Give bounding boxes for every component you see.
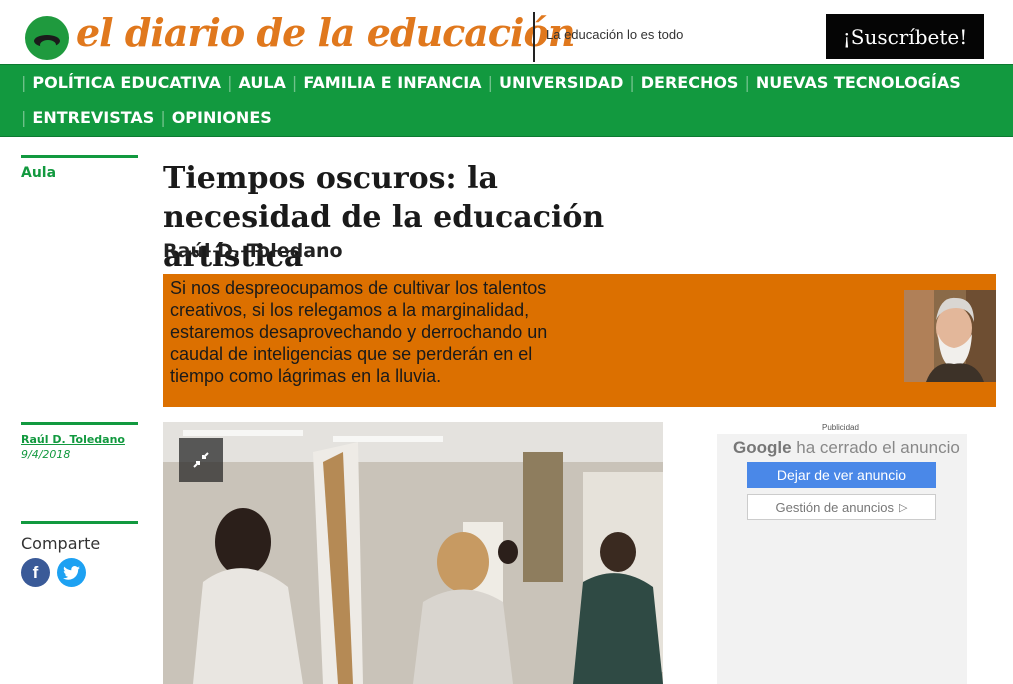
nav-item-nuevas-tecnologias[interactable]: NUEVAS TECNOLOGÍAS [744,65,966,100]
site-header: el diario de la educación La educación l… [0,0,1013,64]
ad-settings-button[interactable]: Gestión de anuncios ▷ [747,494,936,520]
stop-ad-button[interactable]: Dejar de ver anuncio [747,462,936,488]
adchoices-icon: ▷ [899,501,908,514]
twitter-icon[interactable] [57,558,86,587]
author-link[interactable]: Raúl D. Toledano [21,433,125,446]
header-divider [533,12,535,62]
site-logo[interactable]: el diario de la educación [76,10,575,55]
author-rule [21,422,138,425]
article-author[interactable]: Raúl D. Toledano [163,240,343,262]
google-logo: Google [733,438,792,457]
nav-item-universidad[interactable]: UNIVERSIDAD [488,65,630,100]
lead-text: Si nos despreocupamos de cultivar los ta… [170,278,548,386]
article-photo [163,422,663,684]
site-tagline: La educación lo es todo [546,27,684,42]
main-nav: POLÍTICA EDUCATIVA AULA FAMILIA E INFANC… [0,64,1013,137]
logo-icon[interactable] [25,16,69,60]
section-rule [21,155,138,158]
ad-label: Publicidad [822,423,859,432]
share-rule [21,521,138,524]
article-lead: Si nos despreocupamos de cultivar los ta… [163,274,996,407]
nav-item-entrevistas[interactable]: ENTREVISTAS [21,100,160,135]
facebook-icon[interactable]: f [21,558,50,587]
author-portrait [904,290,996,382]
nav-item-familia-e-infancia[interactable]: FAMILIA E INFANCIA [292,65,488,100]
ad-closed-text: ha cerrado el anuncio [796,438,960,457]
nav-item-aula[interactable]: AULA [227,65,292,100]
ad-box: Google ha cerrado el anuncio Dejar de ve… [717,434,967,684]
nav-item-opiniones[interactable]: OPINIONES [160,100,277,135]
collapse-icon[interactable] [179,438,223,482]
subscribe-button[interactable]: ¡Suscríbete! [826,14,984,59]
share-label: Comparte [21,534,101,553]
section-label[interactable]: Aula [21,165,56,181]
ad-settings-label: Gestión de anuncios [775,499,895,515]
nav-item-derechos[interactable]: DERECHOS [629,65,744,100]
publish-date: 9/4/2018 [21,448,71,461]
nav-item-politica-educativa[interactable]: POLÍTICA EDUCATIVA [21,65,227,100]
ad-closed-message: Google ha cerrado el anuncio [733,438,960,458]
